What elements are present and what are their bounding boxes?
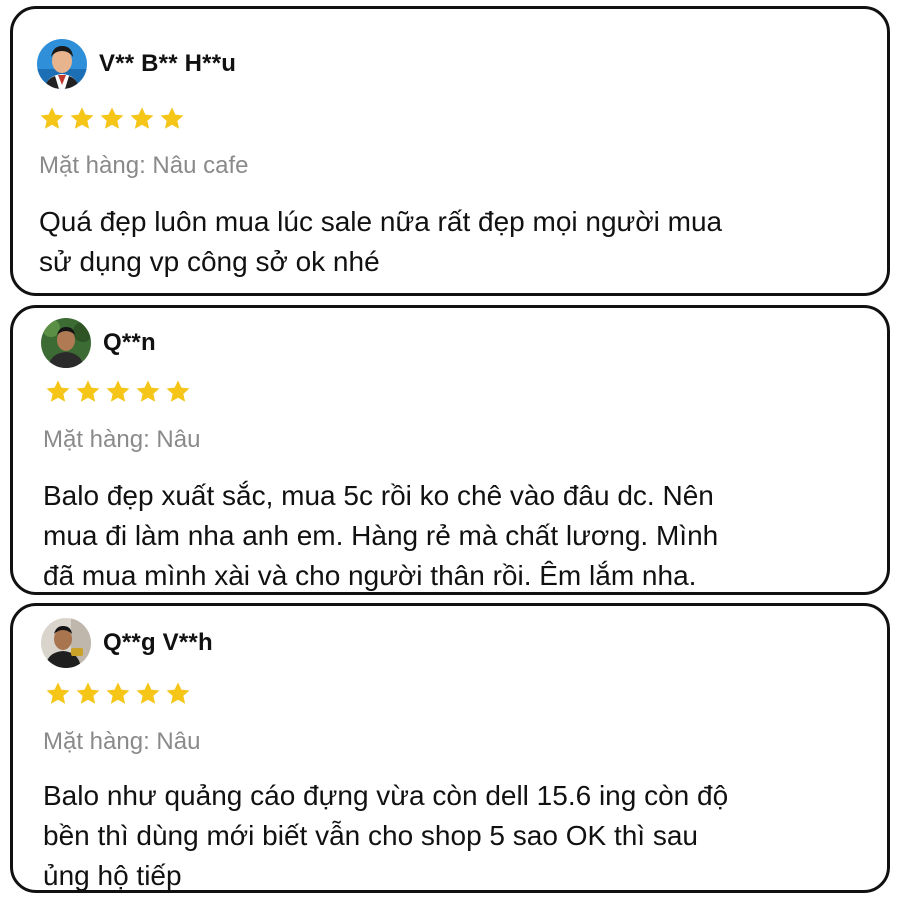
star-icon bbox=[97, 105, 127, 133]
review-line: đã mua mình xài và cho người thân rồi. Ê… bbox=[43, 560, 697, 591]
review-text: Balo như quảng cáo đựng vừa còn dell 15.… bbox=[43, 776, 863, 891]
review-line: ủng hộ tiếp bbox=[43, 860, 182, 891]
star-rating bbox=[43, 378, 193, 406]
star-icon bbox=[133, 680, 163, 708]
star-icon bbox=[103, 680, 133, 708]
review-line: Quá đẹp luôn mua lúc sale nữa rất đẹp mọ… bbox=[39, 206, 723, 237]
star-icon bbox=[73, 680, 103, 708]
review-card: Q**n Mặt hàng: Nâu Balo đẹp xuất sắc, mu… bbox=[10, 305, 890, 595]
product-variant: Mặt hàng: Nâu cafe bbox=[39, 152, 249, 179]
reviewer-name: Q**g V**h bbox=[103, 629, 213, 656]
star-icon bbox=[73, 378, 103, 406]
review-line: bền thì dùng mới biết vẫn cho shop 5 sao… bbox=[43, 820, 698, 851]
user-avatar-icon bbox=[37, 39, 87, 89]
star-icon bbox=[43, 378, 73, 406]
star-rating bbox=[43, 680, 193, 708]
star-icon bbox=[163, 680, 193, 708]
star-icon bbox=[43, 680, 73, 708]
review-text: Quá đẹp luôn mua lúc sale nữa rất đẹp mọ… bbox=[39, 202, 859, 282]
review-line: Balo như quảng cáo đựng vừa còn dell 15.… bbox=[43, 780, 729, 811]
review-card: V** B** H**u Mặt hàng: Nâu cafe Quá đẹp … bbox=[10, 6, 890, 296]
star-rating bbox=[37, 105, 187, 133]
product-variant: Mặt hàng: Nâu bbox=[43, 728, 201, 755]
user-avatar-icon bbox=[41, 318, 91, 368]
review-line: mua đi làm nha anh em. Hàng rẻ mà chất l… bbox=[43, 520, 719, 551]
avatar[interactable] bbox=[41, 618, 91, 668]
review-header: Q**g V**h bbox=[41, 618, 213, 668]
reviewer-name: V** B** H**u bbox=[99, 50, 237, 77]
star-icon bbox=[163, 378, 193, 406]
review-header: V** B** H**u bbox=[37, 39, 236, 89]
star-icon bbox=[133, 378, 163, 406]
review-line: sử dụng vp công sở ok nhé bbox=[39, 246, 380, 277]
star-icon bbox=[157, 105, 187, 133]
star-icon bbox=[37, 105, 67, 133]
star-icon bbox=[127, 105, 157, 133]
review-line: Balo đẹp xuất sắc, mua 5c rồi ko chê vào… bbox=[43, 480, 714, 511]
user-avatar-icon bbox=[41, 618, 91, 668]
review-card: Q**g V**h Mặt hàng: Nâu Balo như quảng c… bbox=[10, 603, 890, 893]
avatar[interactable] bbox=[37, 39, 87, 89]
avatar[interactable] bbox=[41, 318, 91, 368]
review-header: Q**n bbox=[41, 318, 156, 368]
product-variant: Mặt hàng: Nâu bbox=[43, 426, 201, 453]
star-icon bbox=[103, 378, 133, 406]
reviewer-name: Q**n bbox=[103, 329, 156, 356]
star-icon bbox=[67, 105, 97, 133]
review-text: Balo đẹp xuất sắc, mua 5c rồi ko chê vào… bbox=[43, 476, 863, 592]
